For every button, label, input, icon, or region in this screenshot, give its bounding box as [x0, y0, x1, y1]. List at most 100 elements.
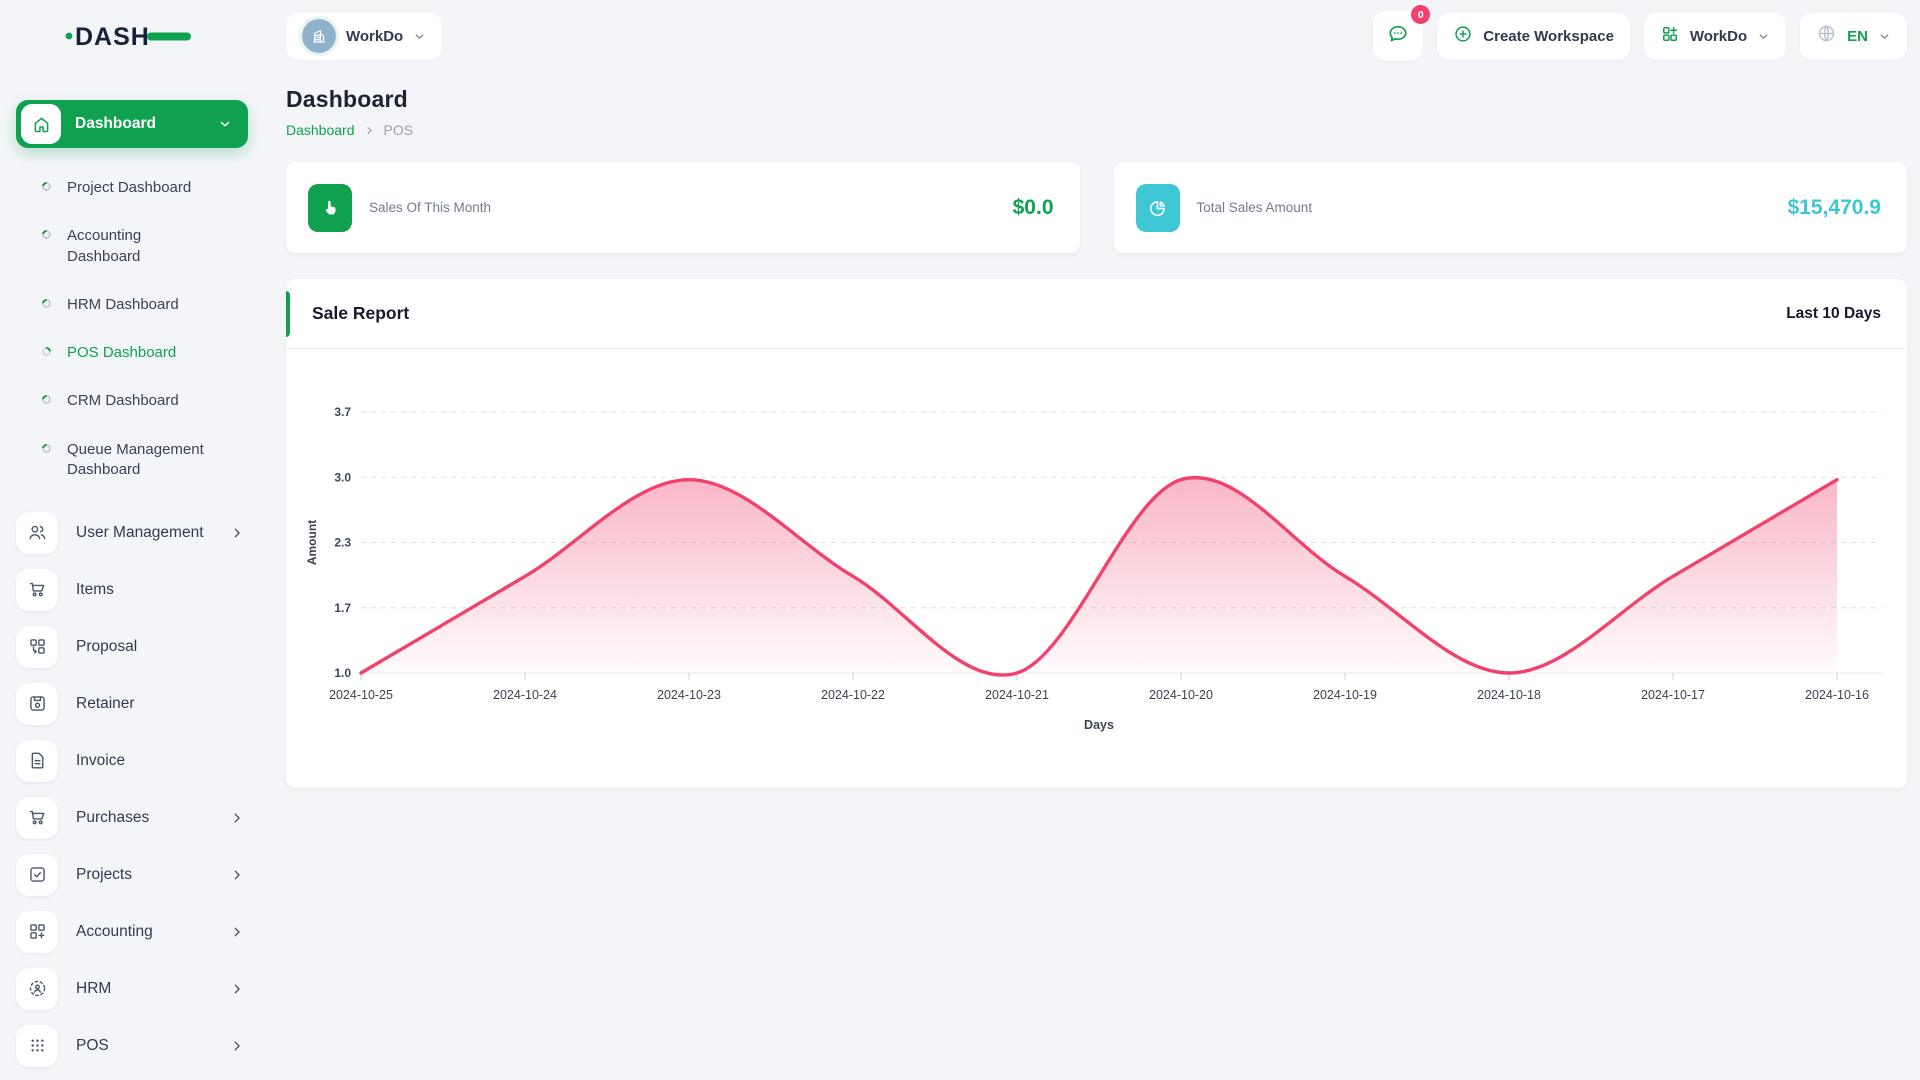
chevron-right-icon: [230, 925, 244, 939]
stat-label: Total Sales Amount: [1196, 200, 1313, 215]
bullet-icon: [40, 345, 53, 358]
chart-title: Sale Report: [312, 303, 410, 323]
stat-value: $15,470.9: [1787, 195, 1881, 219]
chevron-right-icon: [230, 1039, 244, 1053]
messages-badge: 0: [1411, 5, 1431, 24]
breadcrumb: Dashboard POS: [286, 122, 1907, 138]
sidebar-subitem-crm-dashboard[interactable]: CRM Dashboard: [0, 377, 266, 425]
sidebar-item-label: Invoice: [76, 751, 126, 769]
sidebar-item-items[interactable]: Items: [0, 561, 266, 618]
svg-text:2024-10-17: 2024-10-17: [1641, 688, 1705, 702]
bullet-icon: [40, 296, 53, 310]
sidebar-item-label: POS: [76, 1036, 109, 1054]
brand-logo[interactable]: DASH: [0, 0, 266, 72]
tap-hand-icon: [308, 183, 352, 232]
sidebar-subitem-queue-management-dashboard[interactable]: Queue Management Dashboard: [0, 426, 266, 495]
chevron-right-icon: [230, 982, 244, 996]
sidebar-item-user-management[interactable]: User Management: [0, 504, 266, 561]
sidebar-item-label: HRM: [76, 979, 112, 997]
svg-text:2024-10-22: 2024-10-22: [821, 688, 885, 702]
chevron-down-icon: [413, 30, 426, 43]
workspace-selector[interactable]: WorkDo: [286, 12, 443, 60]
retainer-icon: [16, 682, 58, 725]
accounting-icon: [16, 910, 58, 953]
sidebar-item-label: Items: [76, 580, 114, 598]
sidebar-subitem-label: POS Dashboard: [67, 344, 177, 361]
sidebar-item-label: Dashboard: [75, 115, 156, 132]
chart-header: Sale Report Last 10 Days: [286, 279, 1907, 349]
bullet-icon: [40, 228, 53, 242]
breadcrumb-current: POS: [383, 122, 414, 138]
bullet-icon: [40, 180, 53, 193]
workspace-name: WorkDo: [346, 27, 404, 45]
sidebar-item-accounting[interactable]: Accounting: [0, 903, 266, 960]
users-icon: [16, 511, 58, 554]
globe-icon: [1816, 23, 1837, 49]
sidebar: DASH Dashboard Project Dashboard Accounti…: [0, 0, 266, 1080]
topbar: WorkDo 0 Create Workspace WorkDo EN: [286, 0, 1907, 72]
home-icon: [21, 104, 61, 144]
page-head: Dashboard Dashboard POS: [286, 86, 1907, 138]
create-workspace-button[interactable]: Create Workspace: [1437, 12, 1630, 60]
svg-text:2024-10-21: 2024-10-21: [985, 688, 1049, 702]
card-accent-bar: [286, 291, 290, 337]
messages-button[interactable]: 0: [1373, 5, 1431, 61]
sidebar-item-label: User Management: [76, 523, 204, 541]
plus-circle-icon: [1453, 24, 1473, 49]
pie-chart-icon: [1135, 183, 1180, 232]
language-selector[interactable]: EN: [1800, 12, 1907, 60]
stat-value: $0.0: [1012, 195, 1054, 219]
sale-report-card: Sale Report Last 10 Days 3.7 3.0 2.3 1.7 1.0…: [286, 279, 1907, 788]
sidebar-subitem-label: Project Dashboard: [67, 179, 192, 196]
brand-name: DASH: [75, 23, 150, 51]
create-workspace-label: Create Workspace: [1483, 27, 1614, 45]
workspace-dropdown[interactable]: WorkDo: [1643, 12, 1787, 60]
sidebar-item-invoice[interactable]: Invoice: [0, 732, 266, 789]
svg-text:2024-10-24: 2024-10-24: [493, 688, 557, 702]
sidebar-item-proposal[interactable]: Proposal: [0, 618, 266, 675]
chevron-down-icon: [1878, 30, 1891, 43]
stat-card-total-sales-amount: Total Sales Amount $15,470.9: [1113, 162, 1907, 253]
sidebar-item-label: Proposal: [76, 637, 138, 655]
projects-icon: [16, 853, 58, 896]
stat-label: Sales Of This Month: [369, 200, 492, 215]
sidebar-item-projects[interactable]: Projects: [0, 846, 266, 903]
bullet-icon: [40, 441, 53, 455]
sidebar-item-dashboard[interactable]: Dashboard: [16, 100, 248, 148]
sidebar-item-crm[interactable]: CRM: [0, 1074, 266, 1080]
workspace-avatar: [299, 16, 339, 56]
sidebar-subitem-pos-dashboard[interactable]: POS Dashboard: [0, 329, 266, 377]
sidebar-subitem-accounting-dashboard[interactable]: Accounting Dashboard: [0, 212, 266, 281]
grid-plus-icon: [1660, 24, 1680, 49]
sidebar-subitem-label: HRM Dashboard: [67, 295, 179, 313]
sidebar-item-label: Purchases: [76, 808, 150, 826]
sidebar-item-pos[interactable]: POS: [0, 1017, 266, 1074]
chevron-right-icon: [230, 811, 244, 825]
sidebar-subitem-hrm-dashboard[interactable]: HRM Dashboard: [0, 281, 266, 329]
hrm-icon: [16, 967, 58, 1010]
svg-text:3.7: 3.7: [334, 405, 351, 419]
chevron-right-icon: [230, 868, 244, 882]
sidebar-item-purchases[interactable]: Purchases: [0, 789, 266, 846]
svg-text:3.0: 3.0: [334, 470, 351, 484]
chevron-right-icon: [230, 526, 244, 540]
sidebar-item-label: Retainer: [76, 694, 135, 712]
dashboard-submenu: Project Dashboard Accounting Dashboard HRM…: [0, 158, 266, 504]
page-title: Dashboard: [286, 86, 408, 112]
breadcrumb-link-dashboard[interactable]: Dashboard: [286, 122, 355, 138]
svg-text:Amount: Amount: [305, 520, 319, 565]
sidebar-item-label: Accounting: [76, 922, 153, 940]
svg-text:2024-10-23: 2024-10-23: [657, 688, 721, 702]
proposal-icon: [16, 625, 58, 668]
sidebar-subitem-label: CRM Dashboard: [67, 392, 179, 410]
svg-text:2024-10-18: 2024-10-18: [1477, 688, 1541, 702]
pos-icon: [16, 1024, 58, 1067]
chat-icon: [1386, 22, 1410, 51]
sidebar-subitem-project-dashboard[interactable]: Project Dashboard: [0, 164, 266, 212]
language-code: EN: [1847, 27, 1868, 45]
svg-text:2.3: 2.3: [334, 536, 351, 550]
invoice-icon: [16, 739, 58, 782]
sidebar-item-hrm[interactable]: HRM: [0, 960, 266, 1017]
sidebar-item-retainer[interactable]: Retainer: [0, 675, 266, 732]
sale-report-area-chart: 3.7 3.0 2.3 1.7 1.0 2024-10-25 2024-10-24 2024-…: [305, 405, 1882, 732]
